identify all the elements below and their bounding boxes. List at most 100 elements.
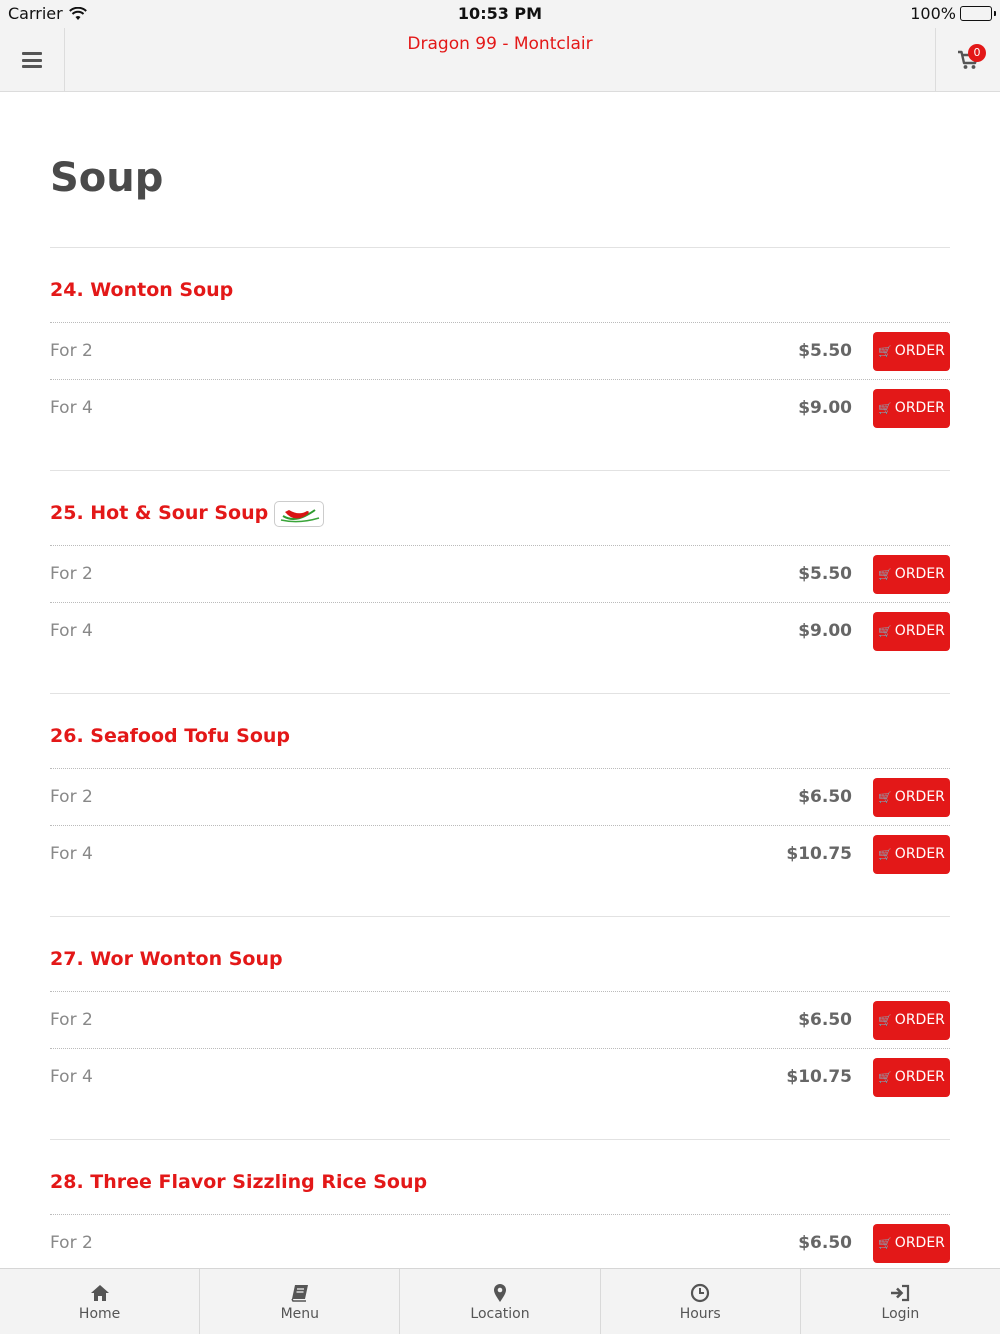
status-bar: Carrier 10:53 PM 100% <box>0 0 1000 28</box>
option-row: For 2 $6.50 🛒 ORDER <box>50 768 950 825</box>
menu-item-name: 24. Wonton Soup <box>50 279 234 301</box>
cart-plus-icon: 🛒 <box>878 1236 892 1250</box>
menu-item: 27. Wor Wonton Soup For 2 $6.50 🛒 ORDER … <box>50 917 950 1140</box>
order-button-label: ORDER <box>894 1012 945 1028</box>
cart-plus-icon: 🛒 <box>878 401 892 415</box>
tab-label: Login <box>881 1305 920 1322</box>
cart-count-badge: 0 <box>968 44 986 62</box>
order-button[interactable]: 🛒 ORDER <box>873 1223 950 1263</box>
cart-plus-icon: 🛒 <box>878 624 892 638</box>
menu-item-name: 27. Wor Wonton Soup <box>50 948 283 970</box>
option-price: $10.75 <box>786 1067 852 1087</box>
book-icon <box>290 1282 310 1304</box>
tab-location[interactable]: Location <box>400 1269 601 1334</box>
menu-item-name: 28. Three Flavor Sizzling Rice Soup <box>50 1171 428 1193</box>
battery-percent: 100% <box>910 4 956 23</box>
option-price: $5.50 <box>798 564 852 584</box>
battery-icon <box>960 6 996 21</box>
option-row: For 4 $10.75 🛒 ORDER <box>50 1048 950 1105</box>
option-label: For 4 <box>50 1067 93 1087</box>
menu-item-title: 26. Seafood Tofu Soup <box>50 720 950 752</box>
menu-content: Soup 24. Wonton Soup For 2 $5.50 🛒 ORDER… <box>50 93 950 1328</box>
sign-in-icon <box>890 1282 910 1304</box>
cart-plus-icon: 🛒 <box>878 847 892 861</box>
tab-menu[interactable]: Menu <box>200 1269 401 1334</box>
menu-item-name: 26. Seafood Tofu Soup <box>50 725 291 747</box>
cart-button[interactable]: 0 <box>935 28 1000 92</box>
option-label: For 2 <box>50 341 93 361</box>
order-button[interactable]: 🛒 ORDER <box>873 777 950 817</box>
order-button[interactable]: 🛒 ORDER <box>873 388 950 428</box>
option-price: $5.50 <box>798 341 852 361</box>
menu-item: 25. Hot & Sour Soup For 2 $5.50 🛒 ORDER <box>50 471 950 694</box>
navbar: Dragon 99 - Montclair 0 <box>0 28 1000 92</box>
option-price: $9.00 <box>798 398 852 418</box>
order-button-label: ORDER <box>894 400 945 416</box>
order-button-label: ORDER <box>894 846 945 862</box>
option-label: For 2 <box>50 1233 93 1253</box>
menu-item-title: 25. Hot & Sour Soup <box>50 497 950 529</box>
cart-plus-icon: 🛒 <box>878 1070 892 1084</box>
order-button-label: ORDER <box>894 623 945 639</box>
tab-label: Menu <box>280 1305 320 1322</box>
order-button-label: ORDER <box>894 566 945 582</box>
order-button[interactable]: 🛒 ORDER <box>873 611 950 651</box>
tab-label: Location <box>470 1305 530 1322</box>
map-pin-icon <box>493 1282 507 1304</box>
option-label: For 2 <box>50 787 93 807</box>
order-button-label: ORDER <box>894 1069 945 1085</box>
order-button[interactable]: 🛒 ORDER <box>873 834 950 874</box>
cart-plus-icon: 🛒 <box>878 1013 892 1027</box>
menu-item-title: 28. Three Flavor Sizzling Rice Soup <box>50 1166 950 1198</box>
cart-plus-icon: 🛒 <box>878 344 892 358</box>
option-row: For 2 $5.50 🛒 ORDER <box>50 545 950 602</box>
order-button-label: ORDER <box>894 343 945 359</box>
clock-icon <box>690 1282 710 1304</box>
option-price: $10.75 <box>786 844 852 864</box>
menu-item-options: For 2 $5.50 🛒 ORDER For 4 $9.00 🛒 ORDER <box>50 545 950 659</box>
menu-item-options: For 2 $5.50 🛒 ORDER For 4 $9.00 🛒 ORDER <box>50 322 950 436</box>
option-row: For 4 $9.00 🛒 ORDER <box>50 602 950 659</box>
menu-item: 24. Wonton Soup For 2 $5.50 🛒 ORDER For … <box>50 248 950 471</box>
order-button[interactable]: 🛒 ORDER <box>873 554 950 594</box>
option-row: For 2 $5.50 🛒 ORDER <box>50 322 950 379</box>
menu-item-title: 27. Wor Wonton Soup <box>50 943 950 975</box>
status-battery: 100% <box>910 4 996 23</box>
option-price: $6.50 <box>798 1233 852 1253</box>
option-price: $9.00 <box>798 621 852 641</box>
order-button[interactable]: 🛒 ORDER <box>873 1000 950 1040</box>
tab-label: Hours <box>679 1305 721 1322</box>
option-label: For 2 <box>50 564 93 584</box>
tab-label: Home <box>78 1305 121 1322</box>
menu-item-title: 24. Wonton Soup <box>50 274 950 306</box>
menu-item-name: 25. Hot & Sour Soup <box>50 502 269 524</box>
cart-plus-icon: 🛒 <box>878 790 892 804</box>
page-title: Soup <box>50 155 164 201</box>
spicy-pepper-icon <box>274 501 325 527</box>
order-button[interactable]: 🛒 ORDER <box>873 331 950 371</box>
tab-login[interactable]: Login <box>801 1269 1000 1334</box>
option-label: For 4 <box>50 844 93 864</box>
option-price: $6.50 <box>798 1010 852 1030</box>
option-row: For 2 $6.50 🛒 ORDER <box>50 991 950 1048</box>
menu-item-options: For 2 $6.50 🛒 ORDER For 4 $10.75 🛒 ORDER <box>50 991 950 1105</box>
status-time: 10:53 PM <box>457 4 543 23</box>
cart-plus-icon: 🛒 <box>878 567 892 581</box>
tab-home[interactable]: Home <box>0 1269 201 1334</box>
order-button-label: ORDER <box>894 789 945 805</box>
option-price: $6.50 <box>798 787 852 807</box>
option-row: For 4 $10.75 🛒 ORDER <box>50 825 950 882</box>
home-icon <box>90 1282 110 1304</box>
hamburger-icon <box>22 52 42 68</box>
option-label: For 4 <box>50 621 93 641</box>
menu-item: 26. Seafood Tofu Soup For 2 $6.50 🛒 ORDE… <box>50 694 950 917</box>
option-label: For 2 <box>50 1010 93 1030</box>
menu-item-options: For 2 $6.50 🛒 ORDER For 4 $10.75 🛒 ORDER <box>50 768 950 882</box>
order-button[interactable]: 🛒 ORDER <box>873 1057 950 1097</box>
tab-hours[interactable]: Hours <box>601 1269 801 1334</box>
option-row: For 2 $6.50 🛒 ORDER <box>50 1214 950 1271</box>
option-label: For 4 <box>50 398 93 418</box>
bottom-tab-bar: Home Menu Location Hours Login <box>0 1268 1000 1334</box>
order-button-label: ORDER <box>894 1235 945 1251</box>
restaurant-title: Dragon 99 - Montclair <box>407 34 593 54</box>
